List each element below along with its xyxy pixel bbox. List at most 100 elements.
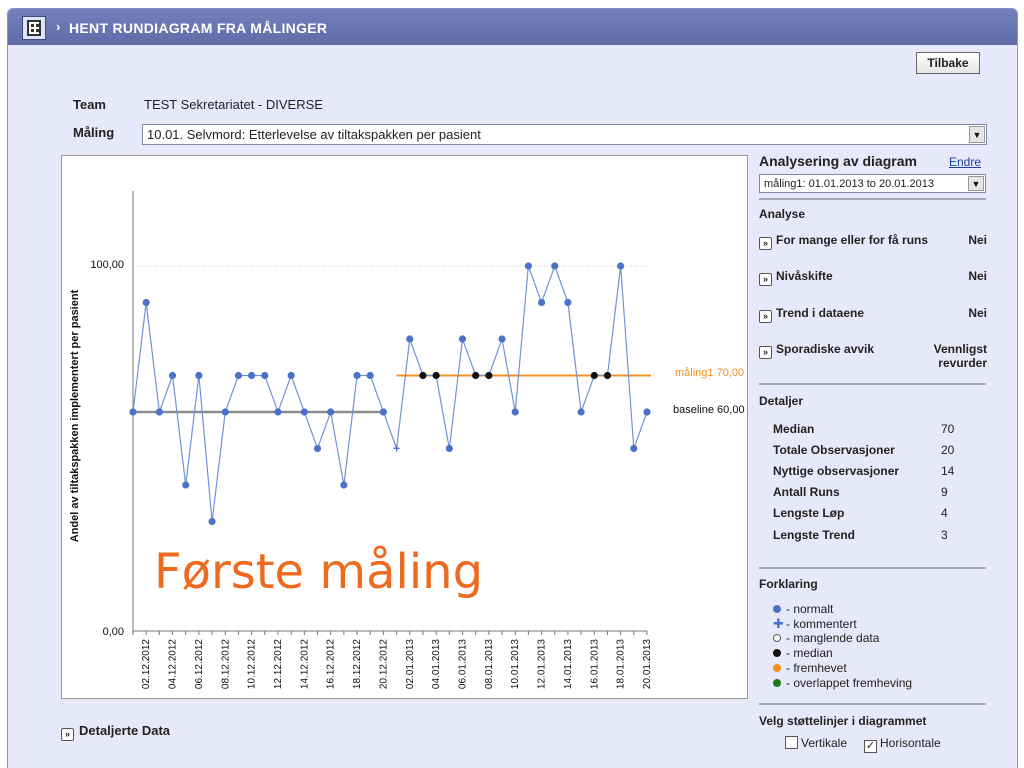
run-chart-svg: Andel av tiltakspakken implementert per … — [69, 191, 745, 689]
detailed-data-toggle[interactable]: » Detaljerte Data — [61, 723, 170, 741]
data-point — [129, 408, 137, 416]
analysis-row-runs: » For mange eller for få runs Nei — [759, 233, 987, 250]
data-point — [287, 371, 295, 380]
detail-value: 70 — [941, 422, 955, 436]
data-point — [313, 444, 322, 453]
x-tick-label: 02.12.2012 — [141, 639, 152, 689]
details-heading: Detaljer — [759, 394, 804, 408]
x-tick-label: 10.12.2012 — [247, 639, 258, 689]
x-tick-label: 06.01.2013 — [457, 639, 468, 689]
data-point-median — [590, 371, 598, 380]
checkbox-vertical[interactable] — [785, 736, 798, 749]
period-select-value: måling1: 01.01.2013 to 20.01.2013 — [764, 177, 935, 190]
detailed-data-label: Detaljerte Data — [79, 723, 171, 738]
x-tick-label: 06.12.2012 — [194, 639, 205, 689]
data-point — [537, 298, 546, 307]
dot-icon — [773, 605, 781, 613]
title-bar: › HENT RUNDIAGRAM FRA MÅLINGER — [8, 9, 1017, 45]
data-point — [643, 408, 651, 416]
data-point — [458, 335, 467, 343]
dot-icon — [773, 649, 781, 657]
team-value: TEST Sekretariatet - DIVERSE — [144, 97, 323, 112]
x-tick-label: 08.01.2013 — [484, 639, 495, 689]
detail-label: Nyttige observasjoner — [773, 464, 900, 478]
y-tick-0: 0,00 — [103, 626, 124, 638]
data-point — [208, 517, 216, 526]
legend-item: - overlappet fremheving — [773, 676, 912, 690]
data-point — [261, 371, 269, 380]
x-tick-label: 10.01.2013 — [510, 639, 521, 689]
checkbox-horizontal[interactable]: ✓ — [864, 740, 877, 753]
detail-row: Lengste Trend 3 — [773, 528, 973, 542]
analysis-heading: Analyse — [759, 207, 806, 221]
legend-label: - kommentert — [786, 617, 857, 631]
data-point — [551, 262, 559, 270]
data-point-median — [603, 371, 612, 380]
legend-label: - normalt — [786, 602, 834, 616]
period-select[interactable]: måling1: 01.01.2013 to 20.01.2013 ▼ — [759, 174, 986, 193]
y-tick-100: 100,00 — [90, 259, 124, 271]
detail-label: Median — [773, 422, 815, 436]
data-point — [406, 335, 414, 343]
data-point — [274, 408, 282, 416]
x-tick-label: 12.12.2012 — [273, 639, 284, 689]
analysis-label: For mange eller for få runs — [776, 233, 929, 247]
vertical-support-line-toggle[interactable]: Vertikale — [785, 736, 847, 750]
chevron-down-icon[interactable]: ▼ — [969, 126, 985, 143]
expand-chevron-icon[interactable]: » — [759, 346, 772, 359]
expand-chevron-icon[interactable]: » — [759, 273, 772, 286]
detail-label: Totale Observasjoner — [773, 443, 895, 457]
divider — [759, 703, 986, 705]
legend-item: - median — [773, 646, 833, 660]
x-tick-label: 16.12.2012 — [326, 639, 337, 689]
x-tick-label: 04.01.2013 — [431, 639, 442, 689]
breadcrumb-chevron-icon: › — [56, 19, 61, 34]
data-point — [498, 335, 506, 343]
measure-select-value: 10.01. Selvmord: Etterlevelse av tiltaks… — [147, 127, 481, 142]
expand-chevron-icon[interactable]: » — [759, 310, 772, 323]
expand-chevron-icon[interactable]: » — [759, 237, 772, 250]
data-point-commented: + — [393, 442, 400, 456]
x-tick-label: 18.01.2013 — [616, 639, 627, 689]
detail-row: Lengste Løp 4 — [773, 506, 973, 520]
analysis-result: Vennligst revurder — [933, 342, 987, 370]
data-point — [300, 408, 308, 416]
measure-select[interactable]: 10.01. Selvmord: Etterlevelse av tiltaks… — [142, 124, 987, 145]
detail-label: Lengste Trend — [773, 528, 856, 542]
divider — [759, 567, 986, 569]
back-button[interactable]: Tilbake — [916, 52, 980, 74]
legend-label: - overlappet fremheving — [786, 676, 913, 690]
data-point — [248, 371, 256, 380]
x-tick-label: 20.01.2013 — [642, 639, 653, 689]
analysis-label: Nivåskifte — [776, 269, 833, 283]
ring-icon — [773, 634, 781, 642]
divider — [759, 383, 986, 385]
analysis-result: Nei — [968, 306, 987, 320]
x-tick-label: 20.12.2012 — [378, 639, 389, 689]
data-point — [353, 371, 361, 380]
plus-icon: ✚ — [773, 616, 784, 631]
divider — [759, 198, 986, 200]
data-point — [630, 444, 638, 453]
median-ref-label: måling1 70,00 — [675, 367, 744, 379]
expand-chevron-icon[interactable]: » — [61, 728, 74, 741]
detail-value: 4 — [941, 506, 948, 520]
edit-link[interactable]: Endre — [949, 155, 981, 169]
data-point — [327, 408, 335, 416]
data-point — [168, 371, 177, 380]
legend-item: - normalt — [773, 602, 833, 616]
checkbox-label: Vertikale — [801, 736, 848, 750]
measure-label: Måling — [73, 125, 115, 140]
legend-label: - median — [786, 646, 833, 660]
chevron-down-icon[interactable]: ▼ — [968, 176, 984, 191]
data-point — [155, 408, 163, 416]
data-point — [511, 408, 519, 416]
detail-row: Antall Runs 9 — [773, 485, 973, 499]
detail-value: 3 — [941, 528, 948, 542]
horizontal-support-line-toggle[interactable]: ✓ Horisontale — [864, 736, 941, 753]
data-point — [221, 408, 229, 416]
baseline-ref-label: baseline 60,00 — [673, 404, 745, 416]
x-tick-label: 14.01.2013 — [563, 639, 574, 689]
analysis-result: Nei — [968, 269, 987, 283]
support-lines-heading: Velg støttelinjer i diagrammet — [759, 714, 927, 728]
